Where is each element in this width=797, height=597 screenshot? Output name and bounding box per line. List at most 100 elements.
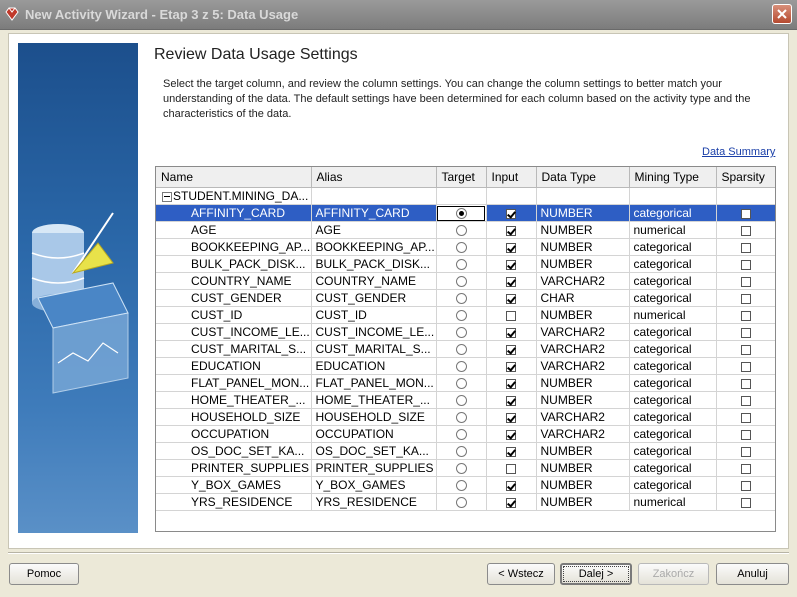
column-header-name[interactable]: Name xyxy=(156,167,312,188)
sparsity-checkbox[interactable] xyxy=(741,259,751,270)
input-checkbox[interactable] xyxy=(506,259,516,270)
input-checkbox[interactable] xyxy=(506,293,516,304)
input-cell xyxy=(486,272,537,290)
target-radio[interactable] xyxy=(455,497,467,509)
input-checkbox[interactable] xyxy=(506,242,516,253)
target-radio[interactable] xyxy=(455,327,467,339)
input-checkbox[interactable] xyxy=(506,225,516,236)
input-checkbox[interactable] xyxy=(506,327,516,338)
target-radio[interactable] xyxy=(455,395,467,407)
target-radio[interactable] xyxy=(455,361,467,373)
sparsity-checkbox[interactable] xyxy=(741,378,751,389)
input-cell xyxy=(486,323,537,341)
input-checkbox[interactable] xyxy=(506,208,516,219)
sparsity-checkbox[interactable] xyxy=(741,446,751,457)
table-row[interactable]: HOME_THEATER_... HOME_THEATER_... NUMBER ca… xyxy=(156,391,775,409)
table-group-row[interactable]: STUDENT.MINING_DA... xyxy=(156,187,775,205)
target-radio[interactable] xyxy=(455,310,467,322)
table-row[interactable]: Y_BOX_GAMES Y_BOX_GAMES NUMBER categorical xyxy=(156,476,775,494)
back-button[interactable]: < Wstecz xyxy=(487,563,555,585)
sparsity-checkbox[interactable] xyxy=(741,327,751,338)
sparsity-checkbox[interactable] xyxy=(741,361,751,372)
target-radio[interactable] xyxy=(455,412,467,424)
table-row[interactable]: OS_DOC_SET_KA... OS_DOC_SET_KA... NUMBER ca… xyxy=(156,442,775,460)
table-row[interactable]: BULK_PACK_DISK... BULK_PACK_DISK... NUMBER… xyxy=(156,255,775,273)
target-radio[interactable] xyxy=(455,225,467,237)
table-row[interactable]: YRS_RESIDENCE YRS_RESIDENCE NUMBER numerica… xyxy=(156,493,775,511)
sparsity-checkbox[interactable] xyxy=(741,293,751,304)
table-row[interactable]: CUST_ID CUST_ID NUMBER numerical xyxy=(156,306,775,324)
cancel-button[interactable]: Anuluj xyxy=(716,563,789,585)
table-row[interactable]: FLAT_PANEL_MON... FLAT_PANEL_MON... NUMBER… xyxy=(156,374,775,392)
table-row[interactable]: COUNTRY_NAME COUNTRY_NAME VARCHAR2 categori… xyxy=(156,272,775,290)
next-button[interactable]: Dalej > xyxy=(560,563,632,585)
table-row[interactable]: AGE AGE NUMBER numerical xyxy=(156,221,775,239)
input-checkbox[interactable] xyxy=(506,344,516,355)
column-header-input[interactable]: Input xyxy=(486,167,537,188)
input-checkbox[interactable] xyxy=(506,412,516,423)
table-row[interactable]: BOOKKEEPING_AP... BOOKKEEPING_AP... NUMBER… xyxy=(156,238,775,256)
input-checkbox[interactable] xyxy=(506,463,516,474)
data-summary-link[interactable]: Data Summary xyxy=(702,146,775,158)
target-radio[interactable] xyxy=(455,259,467,271)
input-checkbox[interactable] xyxy=(506,361,516,372)
table-row[interactable]: OCCUPATION OCCUPATION VARCHAR2 categorical xyxy=(156,425,775,443)
sparsity-checkbox[interactable] xyxy=(741,395,751,406)
data-type-cell: VARCHAR2 xyxy=(536,425,630,443)
data-type-cell: NUMBER xyxy=(536,255,630,273)
column-header-data-type[interactable]: Data Type xyxy=(536,167,630,188)
table-row[interactable]: CUST_GENDER CUST_GENDER CHAR categorical xyxy=(156,289,775,307)
target-radio[interactable] xyxy=(455,344,467,356)
input-checkbox[interactable] xyxy=(506,310,516,321)
sparsity-cell xyxy=(716,357,775,375)
mining-type-cell: categorical xyxy=(629,340,717,358)
target-radio[interactable] xyxy=(455,293,467,305)
input-checkbox[interactable] xyxy=(506,480,516,491)
sparsity-checkbox[interactable] xyxy=(741,310,751,321)
sparsity-checkbox[interactable] xyxy=(741,480,751,491)
input-checkbox[interactable] xyxy=(506,276,516,287)
sparsity-checkbox[interactable] xyxy=(741,497,751,508)
sparsity-checkbox[interactable] xyxy=(741,429,751,440)
target-radio[interactable] xyxy=(455,378,467,390)
column-alias-cell: CUST_GENDER xyxy=(311,289,437,307)
sparsity-checkbox[interactable] xyxy=(741,242,751,253)
table-row[interactable]: HOUSEHOLD_SIZE HOUSEHOLD_SIZE VARCHAR2 cate… xyxy=(156,408,775,426)
column-header-mining-type[interactable]: Mining Type xyxy=(629,167,717,188)
column-header-alias[interactable]: Alias xyxy=(311,167,437,188)
target-radio[interactable] xyxy=(455,446,467,458)
target-radio[interactable] xyxy=(455,242,467,254)
table-row[interactable]: EDUCATION EDUCATION VARCHAR2 categorical xyxy=(156,357,775,375)
app-logo-icon xyxy=(5,7,19,21)
sparsity-checkbox[interactable] xyxy=(741,225,751,236)
table-row[interactable]: CUST_MARITAL_S... CUST_MARITAL_S... VARCHA… xyxy=(156,340,775,358)
input-checkbox[interactable] xyxy=(506,497,516,508)
table-row[interactable]: CUST_INCOME_LE... CUST_INCOME_LE... VARCHA… xyxy=(156,323,775,341)
target-radio[interactable] xyxy=(455,208,467,220)
input-cell xyxy=(486,408,537,426)
column-header-target[interactable]: Target xyxy=(436,167,487,188)
sparsity-checkbox[interactable] xyxy=(741,208,751,219)
sparsity-checkbox[interactable] xyxy=(741,412,751,423)
column-name-cell: YRS_RESIDENCE xyxy=(156,493,312,511)
sparsity-checkbox[interactable] xyxy=(741,344,751,355)
help-button[interactable]: Pomoc xyxy=(9,563,79,585)
target-radio[interactable] xyxy=(455,463,467,475)
target-radio[interactable] xyxy=(455,276,467,288)
mining-type-cell: numerical xyxy=(629,493,717,511)
table-row[interactable]: AFFINITY_CARD AFFINITY_CARD NUMBER categori… xyxy=(156,204,775,222)
close-button[interactable] xyxy=(772,4,792,24)
sparsity-checkbox[interactable] xyxy=(741,276,751,287)
target-cell xyxy=(436,289,487,307)
column-header-sparsity[interactable]: Sparsity xyxy=(716,167,775,188)
column-alias-cell: OCCUPATION xyxy=(311,425,437,443)
input-checkbox[interactable] xyxy=(506,395,516,406)
target-radio[interactable] xyxy=(455,429,467,441)
input-checkbox[interactable] xyxy=(506,446,516,457)
input-checkbox[interactable] xyxy=(506,429,516,440)
input-checkbox[interactable] xyxy=(506,378,516,389)
collapse-icon[interactable] xyxy=(162,191,172,202)
table-row[interactable]: PRINTER_SUPPLIES PRINTER_SUPPLIES NUMBER ca… xyxy=(156,459,775,477)
sparsity-checkbox[interactable] xyxy=(741,463,751,474)
target-radio[interactable] xyxy=(455,480,467,492)
